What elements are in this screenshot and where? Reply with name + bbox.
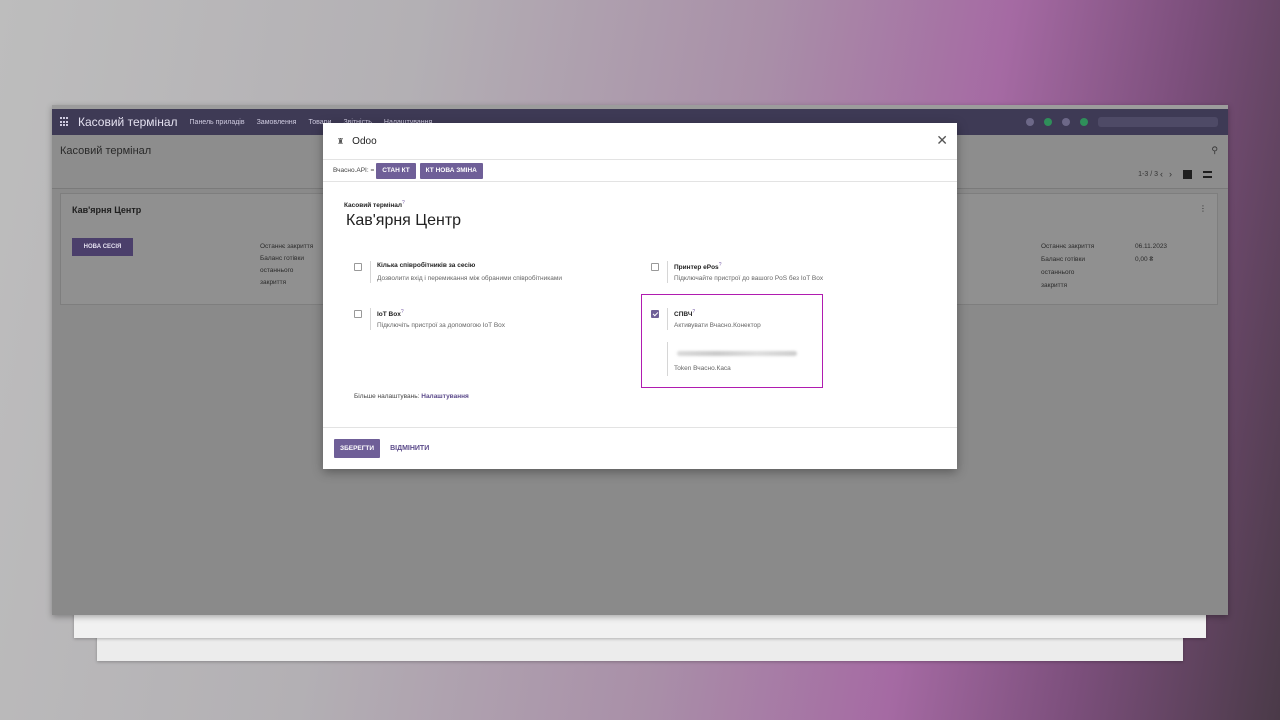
option-title: Принтер ePos? <box>674 262 722 272</box>
stat-label: закриття <box>260 279 287 286</box>
epos-printer-checkbox[interactable] <box>651 263 659 271</box>
dialog-statusbar: Вчасно.API: = СТАН КТ КТ НОВА ЗМІНА <box>323 160 957 182</box>
divider <box>667 261 668 283</box>
iot-box-checkbox[interactable] <box>354 310 362 318</box>
kanban-view-icon[interactable] <box>1183 170 1192 179</box>
status-icon[interactable] <box>1044 118 1052 126</box>
search-icon[interactable]: ⚲ <box>1211 145 1218 156</box>
stat-value: 06.11.2023 <box>1135 243 1168 250</box>
card-stats-right: Останнє закриття Баланс готівки останньо… <box>1041 240 1094 292</box>
stat-label: останнього <box>260 267 294 274</box>
option-desc: Дозволити вхід і перемикання між обраним… <box>377 275 562 282</box>
settings-dialog: ♜ Odoo ✕ Вчасно.API: = СТАН КТ КТ НОВА З… <box>323 123 957 469</box>
save-button[interactable]: ЗБЕРЕГТИ <box>334 439 381 458</box>
stat-label: Баланс готівки <box>1041 256 1085 263</box>
record-name[interactable]: Кав'ярня Центр <box>346 212 461 230</box>
stat-label: закриття <box>1041 282 1068 289</box>
menu-orders[interactable]: Замовлення <box>257 119 297 126</box>
multi-employee-checkbox[interactable] <box>354 263 362 271</box>
api-label: Вчасно.API: = <box>333 167 375 174</box>
cancel-button[interactable]: ВІДМІНИТИ <box>390 445 429 452</box>
company-switcher[interactable] <box>1098 117 1218 127</box>
new-session-button[interactable]: НОВА СЕСІЯ <box>72 238 133 256</box>
navbar-systray <box>1026 117 1228 127</box>
user-avatar[interactable] <box>1080 118 1088 126</box>
divider <box>667 308 668 330</box>
dialog-footer: ЗБЕРЕГТИ ВІДМІНИТИ <box>323 427 957 469</box>
kt-new-shift-button[interactable]: КТ НОВА ЗМІНА <box>419 162 483 179</box>
option-title: IoT Box? <box>377 309 404 319</box>
highlight-annotation <box>641 294 823 388</box>
kt-status-button[interactable]: СТАН КТ <box>376 162 416 179</box>
card-stats-left: Останнє закриття Баланс готівки останньо… <box>260 241 313 289</box>
divider <box>370 308 371 330</box>
help-icon[interactable]: ? <box>401 309 404 315</box>
card-stats-values: 06.11.2023 0,00 ₴ <box>1135 240 1167 266</box>
more-settings: Більше налаштувань: Налаштування <box>354 393 469 400</box>
help-icon[interactable]: ? <box>692 309 695 315</box>
field-label: Касовий термінал? <box>344 200 405 210</box>
app-name[interactable]: Касовий термінал <box>78 115 178 129</box>
kebab-menu-icon[interactable]: ⋮ <box>1199 204 1207 213</box>
divider <box>370 261 371 283</box>
stat-label: Баланс готівки <box>260 255 304 262</box>
pager-value[interactable]: 1-3 / 3 <box>1138 171 1158 178</box>
more-settings-link[interactable]: Налаштування <box>421 393 469 400</box>
stat-label: останнього <box>1041 269 1075 276</box>
option-desc: Активувати Вчасно.Конектор <box>674 322 761 329</box>
help-icon[interactable]: ? <box>402 200 405 206</box>
menu-dashboard[interactable]: Панель приладів <box>190 119 245 126</box>
stat-value: 0,00 ₴ <box>1135 256 1154 263</box>
help-icon[interactable]: ? <box>719 262 722 268</box>
token-input[interactable] <box>673 347 813 361</box>
breadcrumb: Касовий термінал <box>60 145 152 157</box>
close-icon[interactable]: ✕ <box>936 133 948 147</box>
pager-arrows-icon[interactable]: ‹› <box>1160 169 1178 179</box>
more-settings-label: Більше налаштувань: <box>354 393 420 400</box>
option-title: Кілька співробітників за сесію <box>377 262 476 269</box>
dialog-header: ♜ Odoo ✕ <box>323 123 957 160</box>
activity-icon[interactable] <box>1062 118 1070 126</box>
option-title: СПВЧ? <box>674 309 696 319</box>
token-label: Token Вчасно.Каса <box>674 365 731 372</box>
stat-label: Останнє закриття <box>260 243 314 250</box>
token-value-blurred <box>677 351 797 356</box>
card-title: Кав'ярня Центр <box>72 205 142 215</box>
divider <box>667 342 668 376</box>
apps-grid-icon[interactable] <box>60 117 70 127</box>
spvch-checkbox[interactable] <box>651 310 659 318</box>
option-desc: Підключайте пристрої до вашого PoS без I… <box>674 275 824 282</box>
option-desc: Підключіть пристрої за допомогою IoT Box <box>377 322 506 329</box>
odoo-logo-icon: ♜ <box>337 136 345 146</box>
chat-icon[interactable] <box>1026 118 1034 126</box>
stat-label: Останнє закриття <box>1041 243 1095 250</box>
dialog-title: Odoo <box>352 135 377 147</box>
list-view-icon[interactable] <box>1203 171 1212 178</box>
